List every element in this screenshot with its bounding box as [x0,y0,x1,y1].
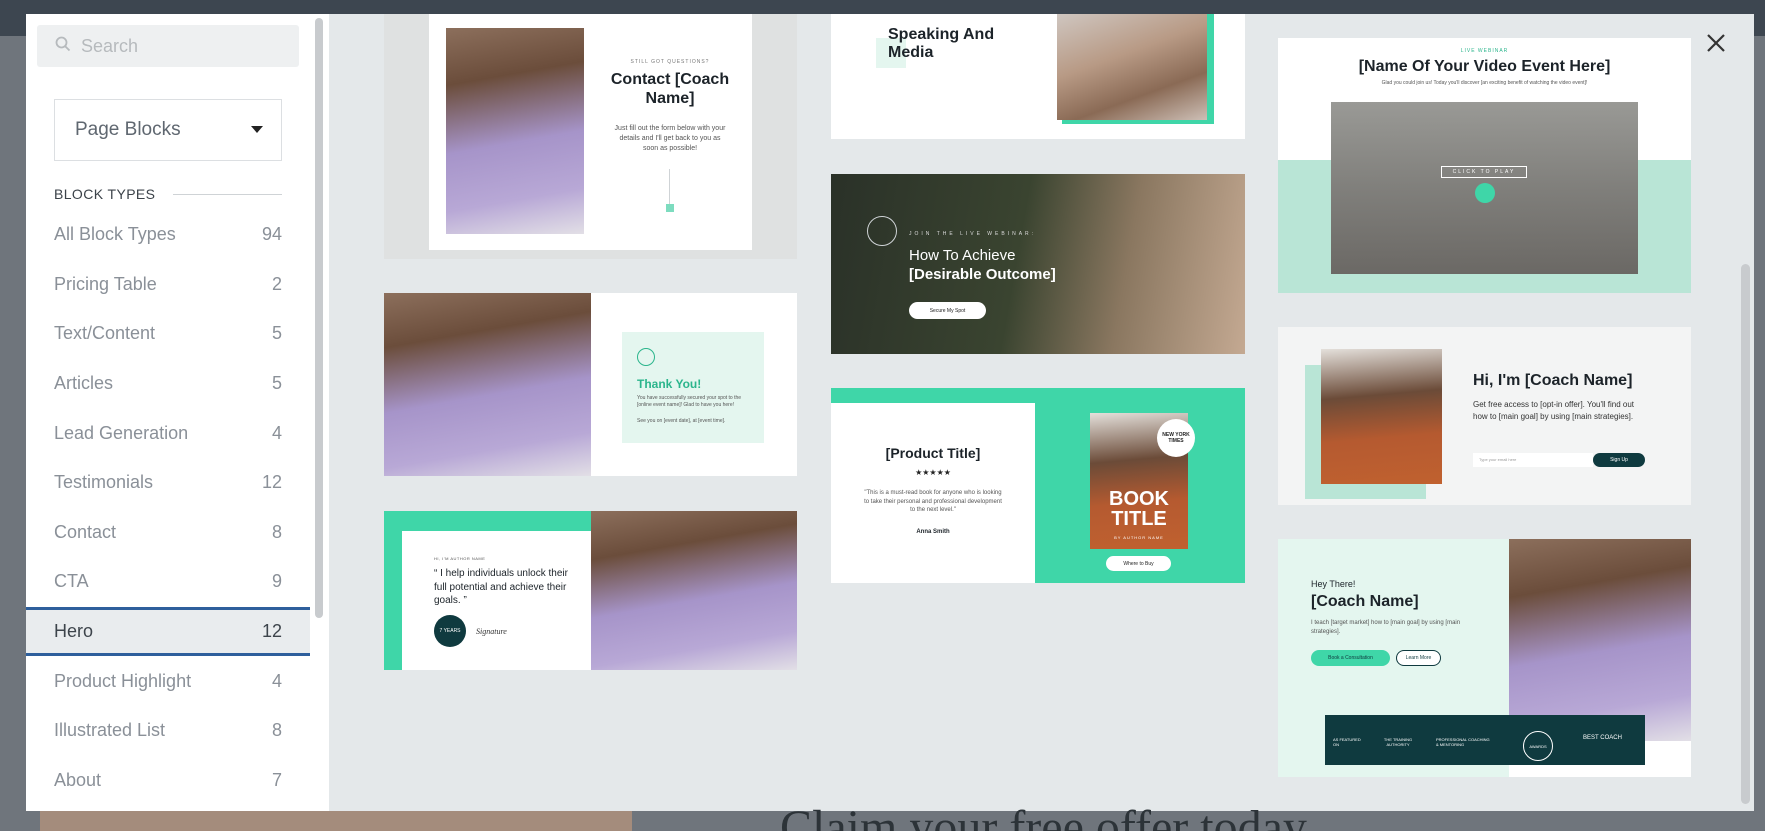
search-icon [55,36,71,57]
dropdown-selected-label: Page Blocks [75,119,181,140]
thumb-photo [1057,14,1207,120]
secure-spot-button: Secure My Spot [909,302,986,319]
block-thumb-webinar[interactable]: JOIN THE LIVE WEBINAR: How To Achieve [D… [831,174,1245,354]
divider [173,193,282,195]
thumb-photo [1321,349,1442,484]
block-library-modal: Page Blocks BLOCK TYPES All Block Types9… [26,14,1754,811]
bestseller-badge: NEW YORK TIMES [1157,419,1195,457]
block-type-articles[interactable]: Articles 5 [26,359,310,409]
where-to-buy-button: Where to Buy [1106,556,1171,571]
content-scrollbar[interactable] [1741,264,1750,804]
thumb-photo [591,511,797,670]
sidebar: Page Blocks BLOCK TYPES All Block Types9… [26,14,329,811]
block-type-product-highlight[interactable]: Product Highlight 4 [26,656,310,706]
play-icon [1475,183,1495,203]
years-badge: 7 YEARS [434,615,466,647]
block-thumb-opt-in[interactable]: Hi, I'm [Coach Name] Get free access to … [1278,327,1691,505]
block-type-contact[interactable]: Contact 8 [26,508,310,558]
block-type-text-content[interactable]: Text/Content 5 [26,309,310,359]
block-type-cta[interactable]: CTA 9 [26,557,310,607]
block-types-heading: BLOCK TYPES [54,186,282,202]
search-input[interactable] [81,35,281,57]
search-box[interactable] [37,25,299,67]
block-thumb-thank-you[interactable]: Thank You! You have successfully secured… [384,293,797,476]
block-type-hero[interactable]: Hero 12 [26,606,310,657]
thumb-photo [384,293,591,476]
block-category-dropdown[interactable]: Page Blocks [54,99,282,161]
thumb-photo [1509,539,1691,741]
block-type-about[interactable]: About 7 [26,756,310,806]
close-icon[interactable] [1702,29,1730,57]
learn-more-button: Learn More [1396,650,1441,666]
sign-up-button: Sign Up [1593,453,1645,467]
block-type-list: All Block Types 94 Pricing Table 2 Text/Co… [26,210,310,805]
background-heading: Claim your free offer today [780,801,1307,831]
block-thumb-product[interactable]: [Product Title] ★★★★★ "This is a must-re… [831,388,1245,583]
block-type-pricing-table[interactable]: Pricing Table 2 [26,260,310,310]
webinar-icon [867,216,897,246]
block-thumb-hero[interactable]: Hey There! [Coach Name] I teach [target … [1278,539,1691,777]
block-thumb-speaking-media[interactable]: Speaking And Media [831,14,1245,139]
calendar-icon [637,348,655,366]
thumb-dot [666,204,674,212]
sidebar-scrollbar[interactable] [315,18,323,618]
background-image [40,808,632,831]
book-consultation-button: Book a Consultation [1311,650,1390,666]
block-type-all[interactable]: All Block Types 94 [26,210,310,260]
thumb-photo [446,28,584,234]
caret-down-icon [251,126,263,133]
block-thumb-about-quote[interactable]: HI, I'M AUTHOR NAME “ I help individuals… [384,511,797,670]
block-type-lead-generation[interactable]: Lead Generation 4 [26,408,310,458]
block-type-illustrated-list[interactable]: Illustrated List 8 [26,706,310,756]
block-thumb-video-event[interactable]: LIVE WEBINAR [Name Of Your Video Event H… [1278,38,1691,293]
block-thumb-contact[interactable]: STILL GOT QUESTIONS? Contact [Coach Name… [384,14,797,259]
thumb-divider [669,169,670,209]
block-type-testimonials[interactable]: Testimonials 12 [26,458,310,508]
